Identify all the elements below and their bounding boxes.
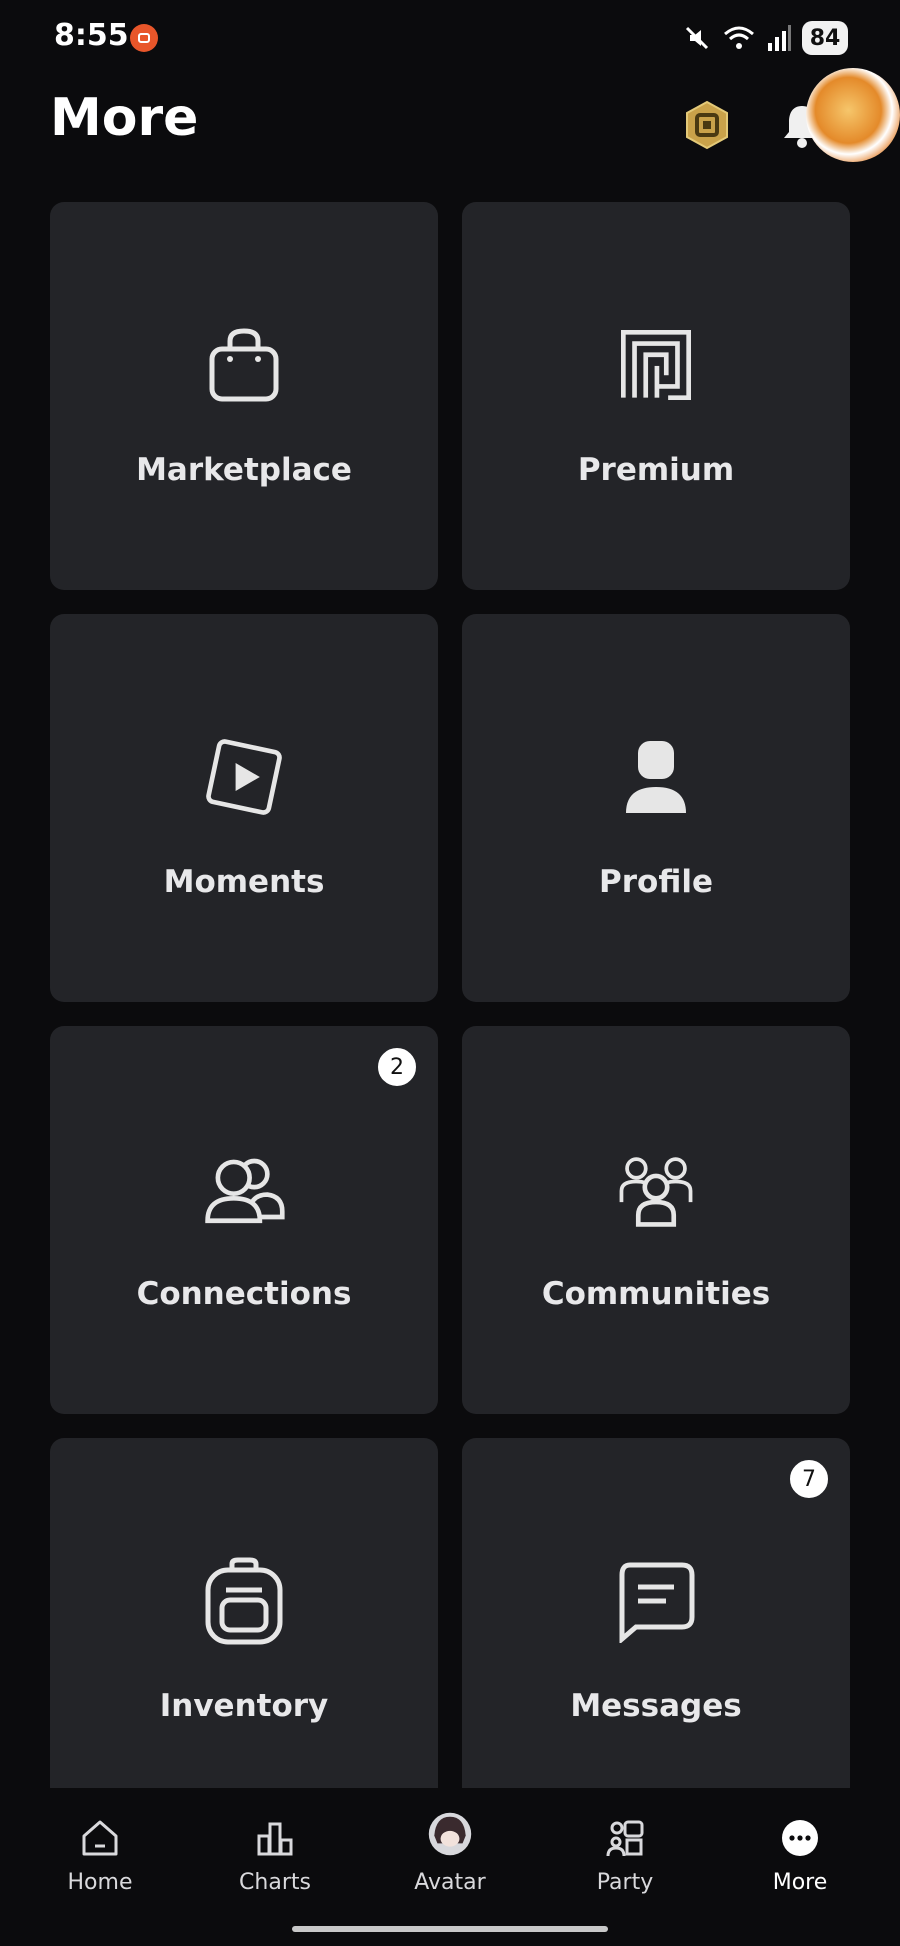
person-icon (614, 732, 698, 822)
shopping-bag-icon (202, 320, 286, 410)
page-title: More (50, 88, 199, 148)
robux-button[interactable] (682, 100, 732, 150)
nav-label: Home (67, 1870, 133, 1895)
tile-connections[interactable]: Connections 2 (50, 1026, 438, 1414)
nav-charts[interactable]: Charts (205, 1816, 345, 1916)
tile-label: Connections (136, 1276, 352, 1312)
tile-label: Inventory (159, 1688, 329, 1724)
nav-home[interactable]: Home (30, 1816, 170, 1916)
home-icon (78, 1816, 122, 1860)
premium-icon (614, 320, 698, 410)
robux-icon (686, 100, 728, 150)
tile-marketplace[interactable]: Marketplace (50, 202, 438, 590)
message-icon (614, 1556, 698, 1646)
friends-icon (202, 1144, 286, 1234)
nav-avatar[interactable]: Avatar (380, 1812, 520, 1916)
group-icon (614, 1144, 698, 1234)
nav-label: More (772, 1870, 828, 1895)
tile-label: Profile (599, 864, 713, 900)
home-indicator[interactable] (292, 1926, 608, 1932)
mute-icon (685, 26, 709, 50)
status-time: 8:55 (54, 18, 129, 53)
nav-label: Avatar (414, 1870, 486, 1895)
tile-moments[interactable]: Moments (50, 614, 438, 1002)
tile-label: Marketplace (136, 452, 352, 488)
tile-inventory[interactable]: Inventory (50, 1438, 438, 1826)
more-icon (778, 1816, 822, 1860)
tile-premium[interactable]: Premium (462, 202, 850, 590)
tile-label: Premium (577, 452, 735, 488)
notification-badge: 7 (788, 1458, 830, 1500)
nav-more[interactable]: More (730, 1816, 870, 1916)
tile-messages[interactable]: Messages 7 (462, 1438, 850, 1826)
charts-icon (253, 1816, 297, 1860)
play-icon (202, 732, 286, 822)
avatar-icon (428, 1812, 472, 1860)
notification-badge: 2 (376, 1046, 418, 1088)
screen-record-icon (130, 24, 158, 52)
nav-label: Party (596, 1870, 654, 1895)
nav-party[interactable]: Party (555, 1816, 695, 1916)
nav-label: Charts (239, 1870, 311, 1895)
tile-label: Moments (163, 864, 325, 900)
tile-label: Communities (541, 1276, 771, 1312)
wifi-icon (724, 26, 754, 49)
status-bar: 8:55 84 (0, 0, 900, 78)
tile-communities[interactable]: Communities (462, 1026, 850, 1414)
user-avatar-icon[interactable] (806, 68, 900, 162)
signal-icon (768, 25, 791, 51)
battery-icon: 84 (802, 21, 848, 55)
status-icons: 84 (682, 16, 848, 60)
party-icon (603, 1816, 647, 1860)
tile-profile[interactable]: Profile (462, 614, 850, 1002)
backpack-icon (202, 1556, 286, 1646)
tile-label: Messages (570, 1688, 742, 1724)
bottom-navigation: Home Charts Avatar Party More (0, 1788, 900, 1946)
